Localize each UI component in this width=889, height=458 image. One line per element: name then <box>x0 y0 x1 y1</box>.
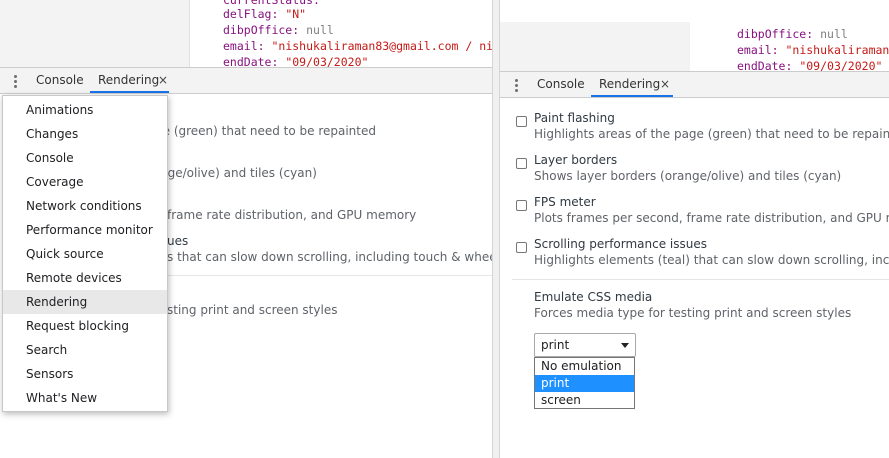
code-line: endDate: "09/03/2020" <box>223 55 369 68</box>
code-line: dibpOffice: null <box>223 23 334 37</box>
menu-item-network-conditions[interactable]: Network conditions <box>3 194 167 218</box>
code-line: delFlag: "N" <box>223 7 307 21</box>
section-divider <box>150 275 492 276</box>
menu-item-console[interactable]: Console <box>3 146 167 170</box>
emulate-media-select[interactable]: print <box>534 333 636 357</box>
menu-item-search[interactable]: Search <box>3 338 167 362</box>
option-title: FPS meter <box>534 195 596 209</box>
tab-rendering-label: Rendering <box>98 73 160 87</box>
menu-item-coverage[interactable]: Coverage <box>3 170 167 194</box>
scrolling-performance-checkbox[interactable] <box>516 242 527 253</box>
dropdown-arrow-icon <box>621 343 629 348</box>
emulate-css-media-title: Emulate CSS media <box>534 290 653 304</box>
left-devtools-panel: currentStatus: delFlag: "N" dibpOffice: … <box>0 0 492 458</box>
select-value: print <box>541 338 570 352</box>
emulate-desc-partial: sting print and screen styles <box>167 303 338 317</box>
more-tabs-menu-icon[interactable] <box>509 77 523 93</box>
drawer-tabbar: Console Rendering × <box>500 71 889 98</box>
tab-rendering-label: Rendering <box>599 77 661 91</box>
scrolling-desc-partial: s that can slow down scrolling, includin… <box>167 250 492 264</box>
option-title: Layer borders <box>534 153 618 167</box>
layer-borders-checkbox[interactable] <box>516 158 527 169</box>
fps-meter-checkbox[interactable] <box>516 200 527 211</box>
menu-item-animations[interactable]: Animations <box>3 98 167 122</box>
menu-item-whats-new[interactable]: What's New <box>3 386 167 410</box>
right-code-view: dibpOffice: null email: "nishukaliraman8… <box>690 22 889 72</box>
option-screen[interactable]: screen <box>535 392 634 409</box>
menu-item-performance-monitor[interactable]: Performance monitor <box>3 218 167 242</box>
code-line: email: "nishukaliraman83@gmail.com / ni <box>223 39 492 53</box>
option-title: Scrolling performance issues <box>534 237 708 251</box>
option-desc: Plots frames per second, frame rate dist… <box>534 211 889 225</box>
menu-item-rendering[interactable]: Rendering <box>3 290 167 314</box>
option-title: Paint flashing <box>534 111 615 125</box>
tab-console[interactable]: Console <box>537 72 585 97</box>
right-code-gutter <box>500 22 690 72</box>
scrolling-title-partial: ues <box>167 234 189 248</box>
tab-console[interactable]: Console <box>36 68 84 93</box>
option-desc: Highlights areas of the page (green) tha… <box>534 127 889 141</box>
close-tab-icon[interactable]: × <box>158 68 168 93</box>
panel-divider[interactable] <box>492 0 500 458</box>
menu-item-quick-source[interactable]: Quick source <box>3 242 167 266</box>
left-code-gutter <box>0 0 190 68</box>
paint-flashing-desc-partial: ge (green) that need to be repainted <box>155 124 376 138</box>
right-devtools-panel: dibpOffice: null email: "nishukaliraman8… <box>500 0 889 458</box>
emulate-media-options-list: No emulation print screen <box>534 357 635 409</box>
fps-meter-desc-partial: frame rate distribution, and GPU memory <box>167 208 417 222</box>
code-line: dibpOffice: null <box>737 27 848 41</box>
menu-item-changes[interactable]: Changes <box>3 122 167 146</box>
menu-item-request-blocking[interactable]: Request blocking <box>3 314 167 338</box>
more-tools-menu: Animations Changes Console Coverage Netw… <box>2 95 168 412</box>
close-tab-icon[interactable]: × <box>660 72 670 97</box>
option-desc: Highlights elements (teal) that can slow… <box>534 253 889 267</box>
option-desc: Shows layer borders (orange/olive) and t… <box>534 169 842 183</box>
menu-item-sensors[interactable]: Sensors <box>3 362 167 386</box>
option-print[interactable]: print <box>535 375 634 392</box>
code-line: email: "nishukaliraman8 <box>737 43 889 57</box>
section-divider <box>512 279 889 280</box>
drawer-tabbar: Console Rendering × <box>0 67 492 94</box>
right-blank-band <box>500 0 889 22</box>
more-tabs-menu-icon[interactable] <box>8 73 22 89</box>
layer-borders-desc-partial: nge/olive) and tiles (cyan) <box>160 166 317 180</box>
emulate-css-media-desc: Forces media type for testing print and … <box>534 306 852 320</box>
option-no-emulation[interactable]: No emulation <box>535 358 634 375</box>
paint-flashing-checkbox[interactable] <box>516 116 527 127</box>
left-code-view: currentStatus: delFlag: "N" dibpOffice: … <box>190 0 492 68</box>
menu-item-remote-devices[interactable]: Remote devices <box>3 266 167 290</box>
code-line: endDate: "09/03/2020" <box>737 59 883 72</box>
